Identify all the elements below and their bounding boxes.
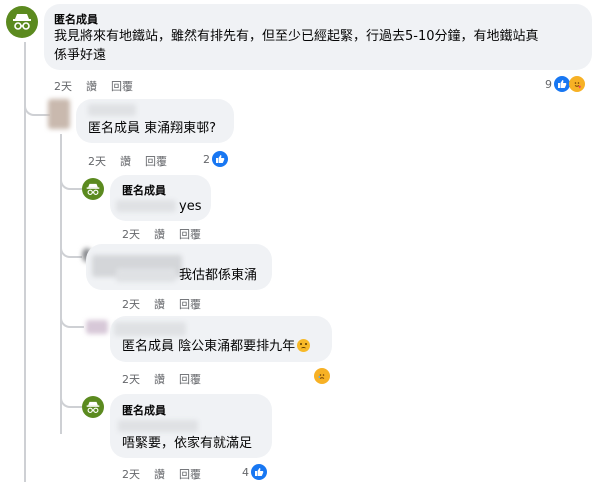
reply-button[interactable]: 回覆 bbox=[179, 371, 201, 387]
comment-actions: 2天 讚 回覆 bbox=[122, 296, 201, 312]
incognito-icon bbox=[86, 401, 100, 413]
comment-time[interactable]: 2天 bbox=[122, 226, 140, 242]
like-button[interactable]: 讚 bbox=[154, 466, 165, 482]
comment-time[interactable]: 2天 bbox=[122, 296, 140, 312]
reaction-summary[interactable]: 4 bbox=[242, 464, 267, 480]
anonymous-avatar[interactable] bbox=[82, 178, 104, 200]
like-button[interactable]: 讚 bbox=[154, 296, 165, 312]
comment-time[interactable]: 2天 bbox=[122, 466, 140, 482]
reply-button[interactable]: 回覆 bbox=[111, 78, 133, 94]
comment-actions: 2天 讚 回覆 bbox=[122, 226, 201, 242]
comment-time[interactable]: 2天 bbox=[88, 153, 106, 169]
anonymous-avatar[interactable] bbox=[6, 6, 38, 38]
comment-author[interactable]: 匿名成員 bbox=[122, 402, 166, 418]
reaction-summary[interactable]: 9 bbox=[545, 76, 585, 92]
anonymous-avatar[interactable] bbox=[82, 396, 104, 418]
redacted-mention bbox=[118, 420, 198, 432]
thread-connector bbox=[60, 170, 82, 190]
sad-reaction-icon bbox=[314, 368, 330, 384]
reaction-summary[interactable]: 2 bbox=[203, 151, 228, 167]
reaction-count: 2 bbox=[203, 152, 210, 166]
comment-actions: 2天 讚 回覆 bbox=[54, 78, 133, 94]
comment-text: yes bbox=[179, 199, 202, 214]
thread-connector bbox=[60, 310, 84, 328]
comment-text: 匿名成員 東涌翔東邨? bbox=[88, 121, 217, 136]
comment-actions: 2天 讚 回覆 bbox=[122, 466, 201, 482]
like-button[interactable]: 讚 bbox=[154, 371, 165, 387]
like-button[interactable]: 讚 bbox=[86, 78, 97, 94]
comment-text: 匿名成員 陰公東涌都要排九年 bbox=[122, 337, 311, 357]
sad-emoji-icon bbox=[297, 339, 311, 352]
comment-text: 係爭好遠 bbox=[54, 48, 107, 63]
thread-connector bbox=[60, 388, 82, 408]
avatar[interactable] bbox=[48, 99, 70, 129]
reply-button[interactable]: 回覆 bbox=[145, 153, 167, 169]
like-button[interactable]: 讚 bbox=[120, 153, 131, 169]
like-button[interactable]: 讚 bbox=[154, 226, 165, 242]
comment-actions: 2天 讚 回覆 bbox=[88, 153, 167, 169]
comment-time[interactable]: 2天 bbox=[54, 78, 72, 94]
redacted-mention bbox=[116, 268, 176, 282]
incognito-icon bbox=[86, 183, 100, 195]
reply-button[interactable]: 回覆 bbox=[179, 226, 201, 242]
comment-text: 我估都係東涌 bbox=[179, 268, 258, 283]
reaction-summary[interactable] bbox=[314, 368, 330, 384]
reaction-count: 4 bbox=[242, 465, 249, 479]
incognito-icon bbox=[13, 14, 31, 30]
comment-author[interactable]: 匿名成員 bbox=[122, 182, 166, 198]
like-icon bbox=[251, 464, 267, 480]
like-icon bbox=[554, 76, 570, 92]
reply-button[interactable]: 回覆 bbox=[179, 466, 201, 482]
comment-text: 唔緊要，依家有就滿足 bbox=[122, 436, 253, 451]
redacted-mention bbox=[116, 200, 176, 212]
like-icon bbox=[212, 151, 228, 167]
comment-text: 我見將來有地鐵站，雖然有排先有，但至少已經起緊，行過去5-10分鐘，有地鐵站真 bbox=[54, 29, 539, 44]
reply-button[interactable]: 回覆 bbox=[179, 296, 201, 312]
comment-author[interactable]: 匿名成員 bbox=[54, 11, 98, 27]
comment-text-body: 匿名成員 陰公東涌都要排九年 bbox=[122, 339, 296, 354]
care-icon bbox=[569, 76, 585, 92]
redacted-author bbox=[114, 322, 186, 336]
thread-connector bbox=[60, 240, 82, 258]
comment-time[interactable]: 2天 bbox=[122, 371, 140, 387]
comment-actions: 2天 讚 回覆 bbox=[122, 371, 201, 387]
thread-connector bbox=[24, 100, 50, 116]
avatar[interactable] bbox=[86, 320, 108, 334]
reaction-count: 9 bbox=[545, 77, 552, 91]
redacted-author bbox=[88, 104, 136, 116]
